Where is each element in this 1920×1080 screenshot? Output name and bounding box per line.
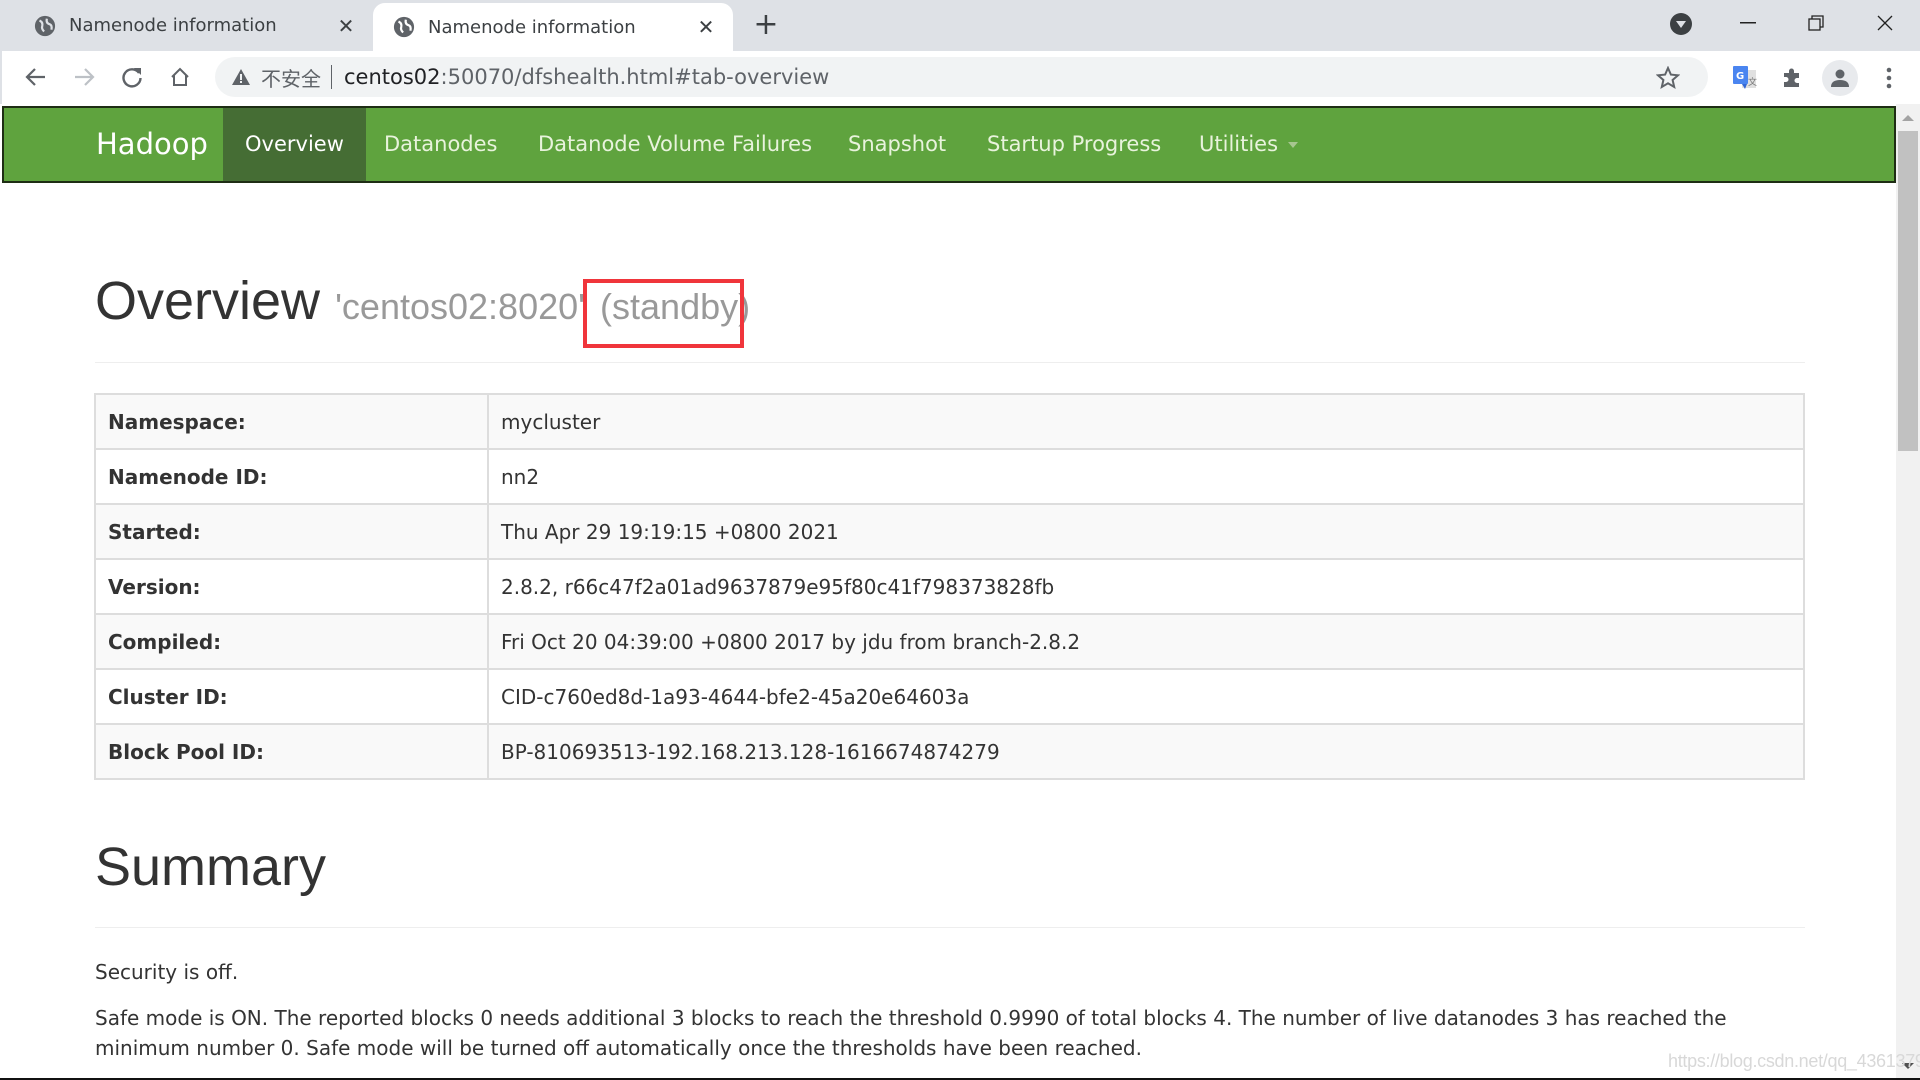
table-row: Block Pool ID: BP-810693513-192.168.213.1…: [94, 723, 1805, 780]
close-tab-icon[interactable]: ✕: [335, 15, 357, 37]
overview-title: Overview: [95, 271, 321, 331]
address-bar[interactable]: 不安全 centos02:50070/dfshealth.html#tab-ov…: [215, 57, 1708, 97]
row-value: Thu Apr 29 19:19:15 +0800 2021: [487, 503, 1805, 560]
minimize-icon: [1740, 21, 1756, 23]
nav-startup-progress[interactable]: Startup Progress: [965, 108, 1183, 181]
browser-tab-strip: Namenode information ✕ Namenode informat…: [0, 0, 1920, 51]
nav-utilities[interactable]: Utilities: [1177, 108, 1320, 181]
omnibox-separator: [331, 65, 332, 89]
tab-title: Namenode information: [428, 16, 636, 38]
close-tab-icon[interactable]: ✕: [695, 16, 717, 38]
minimize-button[interactable]: [1723, 0, 1773, 45]
home-icon: [171, 67, 189, 86]
close-window-button[interactable]: [1860, 0, 1910, 45]
tab-search-icon[interactable]: [1670, 13, 1692, 35]
url-host: centos02: [344, 65, 441, 89]
page-scrollbar[interactable]: [1896, 104, 1920, 1078]
tab-title: Namenode information: [69, 15, 277, 36]
restore-button[interactable]: [1791, 0, 1841, 45]
standby-highlight-box: [583, 279, 744, 348]
navbar-brand[interactable]: Hadoop: [96, 108, 208, 181]
reload-button[interactable]: [116, 61, 148, 93]
svg-text:文: 文: [1748, 76, 1757, 88]
forward-button[interactable]: [68, 61, 100, 93]
table-row: Version: 2.8.2, r66c47f2a01ad9637879e95f8…: [94, 558, 1805, 615]
back-button[interactable]: [20, 61, 52, 93]
bookmark-star-icon[interactable]: [1656, 66, 1680, 90]
arrow-left-icon: [25, 68, 45, 86]
row-key: Version:: [94, 558, 489, 615]
scrollbar-thumb[interactable]: [1898, 131, 1918, 451]
row-value: mycluster: [487, 393, 1805, 450]
safemode-status: Safe mode is ON. The reported blocks 0 n…: [95, 1006, 1727, 1060]
browser-tab-active[interactable]: Namenode information ✕: [373, 3, 733, 51]
caret-down-icon: [1288, 142, 1299, 148]
nav-overview[interactable]: Overview: [223, 108, 366, 181]
table-row: Namespace: mycluster: [94, 393, 1805, 450]
nav-snapshot[interactable]: Snapshot: [826, 108, 968, 181]
puzzle-icon: [1784, 68, 1799, 87]
svg-text:G: G: [1736, 71, 1744, 82]
row-value: BP-810693513-192.168.213.128-16166748742…: [487, 723, 1805, 780]
row-key: Started:: [94, 503, 489, 560]
page-viewport: Hadoop Overview Datanodes Datanode Volum…: [2, 104, 1896, 1078]
scroll-up-arrow-icon[interactable]: [1902, 115, 1914, 121]
warning-icon: [232, 69, 250, 85]
row-value: Fri Oct 20 04:39:00 +0800 2017 by jdu fr…: [487, 613, 1805, 670]
row-value: nn2: [487, 448, 1805, 505]
divider: [95, 362, 1805, 363]
security-status: Security is off.: [95, 960, 239, 984]
globe-icon: [34, 15, 56, 36]
table-row: Namenode ID: nn2: [94, 448, 1805, 505]
arrow-right-icon: [75, 68, 95, 86]
table-row: Cluster ID: CID-c760ed8d-1a93-4644-bfe2-4…: [94, 668, 1805, 725]
globe-icon: [393, 16, 415, 38]
row-key: Namenode ID:: [94, 448, 489, 505]
reload-icon: [122, 68, 142, 88]
url-path: :50070/dfshealth.html#tab-overview: [440, 65, 830, 89]
close-icon: [1877, 15, 1893, 30]
translate-extension-button[interactable]: G文: [1730, 63, 1760, 93]
google-translate-icon: G文: [1733, 66, 1757, 89]
profile-button[interactable]: [1822, 60, 1858, 96]
row-key: Namespace:: [94, 393, 489, 450]
browser-tab[interactable]: Namenode information ✕: [0, 0, 373, 51]
home-button[interactable]: [164, 61, 196, 93]
nav-datanodes[interactable]: Datanodes: [362, 108, 520, 181]
namenode-host: 'centos02:8020': [335, 286, 586, 327]
summary-heading: Summary: [95, 837, 327, 897]
new-tab-button[interactable]: +: [752, 10, 780, 40]
row-key: Block Pool ID:: [94, 723, 489, 780]
restore-icon: [1808, 14, 1824, 31]
nav-datanode-volume-failures[interactable]: Datanode Volume Failures: [516, 108, 834, 181]
not-secure-label: 不安全: [261, 66, 321, 91]
row-key: Cluster ID:: [94, 668, 489, 725]
browser-toolbar: 不安全 centos02:50070/dfshealth.html#tab-ov…: [0, 51, 1920, 104]
table-row: Started: Thu Apr 29 19:19:15 +0800 2021: [94, 503, 1805, 560]
overview-table: Namespace: mycluster Namenode ID: nn2 Starte…: [94, 393, 1805, 780]
hadoop-navbar: Hadoop Overview Datanodes Datanode Volum…: [2, 106, 1896, 183]
more-vert-icon: [1886, 67, 1892, 89]
row-value: 2.8.2, r66c47f2a01ad9637879e95f80c41f798…: [487, 558, 1805, 615]
table-row: Compiled: Fri Oct 20 04:39:00 +0800 2017 …: [94, 613, 1805, 670]
divider: [95, 927, 1805, 928]
nav-utilities-label: Utilities: [1199, 132, 1279, 156]
row-value: CID-c760ed8d-1a93-4644-bfe2-45a20e64603a: [487, 668, 1805, 725]
browser-menu-button[interactable]: [1874, 63, 1904, 93]
row-key: Compiled:: [94, 613, 489, 670]
extensions-button[interactable]: [1777, 63, 1807, 93]
avatar-icon: [1831, 69, 1849, 87]
watermark: https://blog.csdn.net/qq_43613793: [1668, 1051, 1920, 1071]
